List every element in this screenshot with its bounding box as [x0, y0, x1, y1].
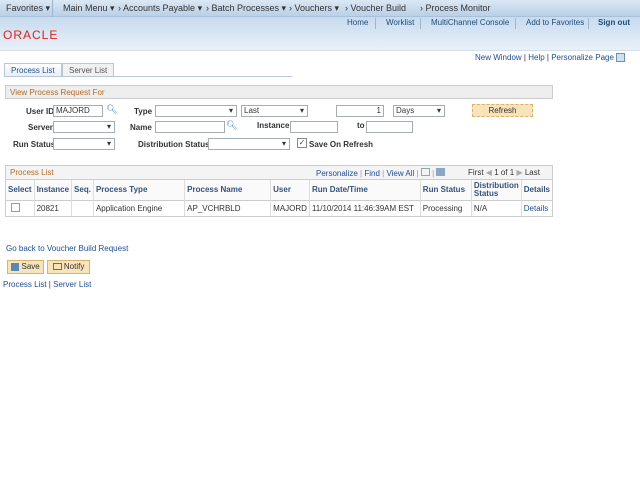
process-list-link[interactable]: Process List [3, 280, 47, 289]
row-select-checkbox[interactable] [11, 202, 20, 212]
breadcrumb-vouchers[interactable]: › Vouchers ▾ [289, 3, 339, 14]
col-user: User [270, 180, 310, 200]
main-menu[interactable]: Main Menu ▾ [63, 3, 115, 14]
filter-title: View Process Request For [6, 86, 552, 99]
col-run-datetime: Run Date/Time [309, 180, 421, 200]
save-on-refresh-checkbox[interactable]: ✓ [297, 138, 307, 148]
name-input[interactable] [155, 121, 225, 133]
unit-select[interactable]: Days [393, 105, 445, 117]
row-process-name: AP_VCHRBLD [184, 200, 272, 216]
col-process-type: Process Type [93, 180, 186, 200]
add-to-favorites-link[interactable]: Add to Favorites [526, 18, 584, 27]
col-process-name: Process Name [184, 180, 272, 200]
sign-out-link[interactable]: Sign out [598, 18, 630, 27]
page-links: New Window | Help | Personalize Page [475, 53, 626, 63]
instance-from-input[interactable] [290, 121, 338, 133]
user-id-input[interactable]: MAJORD [53, 105, 103, 117]
row-process-type: Application Engine [93, 200, 186, 216]
process-table: Select Instance Seq. Process Type Proces… [6, 180, 552, 216]
refresh-button[interactable]: Refresh [472, 104, 533, 117]
zoom-grid-icon[interactable] [420, 168, 430, 176]
breadcrumb-accounts-payable[interactable]: › Accounts Payable ▾ [118, 3, 202, 14]
row-user: MAJORD [270, 200, 310, 216]
count-input[interactable]: 1 [336, 105, 384, 117]
breadcrumb-voucher-build[interactable]: › Voucher Build [345, 3, 406, 13]
save-icon [11, 262, 20, 271]
last-select[interactable]: Last [241, 105, 308, 117]
breadcrumb-process-monitor[interactable]: › Process Monitor [420, 3, 491, 13]
type-select[interactable] [155, 105, 237, 117]
col-seq: Seq. [71, 180, 94, 200]
worklist-link[interactable]: Worklist [386, 18, 414, 27]
col-instance: Instance [34, 180, 73, 200]
header: Home Worklist MultiChannel Console Add t… [0, 17, 640, 51]
row-seq [71, 200, 94, 216]
new-window-link[interactable]: New Window [475, 53, 522, 62]
view-all-link[interactable]: View All [386, 169, 414, 178]
go-back-link[interactable]: Go back to Voucher Build Request [6, 244, 128, 253]
next-icon[interactable]: ▶ [516, 168, 522, 177]
tab-server-list[interactable]: Server List [62, 63, 115, 77]
filter-section: View Process Request For [5, 85, 553, 99]
type-label: Type [134, 107, 153, 116]
instance-label: Instance [257, 121, 290, 130]
save-on-refresh-label: Save On Refresh [309, 140, 374, 149]
run-status-label: Run Status [13, 140, 56, 149]
find-link[interactable]: Find [364, 169, 380, 178]
page-icon[interactable] [616, 53, 626, 63]
oracle-logo: ORACLE [3, 28, 59, 42]
name-lookup-icon[interactable]: 🔍︎ [226, 120, 237, 131]
row-run-datetime: 11/10/2014 11:46:39AM EST [309, 200, 421, 216]
row-details-link[interactable]: Details [524, 204, 548, 213]
row-distribution-status: N/A [471, 200, 522, 216]
to-label: to [357, 121, 365, 130]
col-run-status: Run Status [420, 180, 472, 200]
grid-title: Process List [10, 168, 54, 177]
table-row: 20821 Application Engine AP_VCHRBLD MAJO… [6, 200, 552, 216]
breadcrumb-batch-processes[interactable]: › Batch Processes ▾ [206, 3, 286, 14]
bottom-links: Process List | Server List [3, 280, 92, 289]
personalize-page-link[interactable]: Personalize Page [551, 53, 614, 62]
home-link[interactable]: Home [347, 18, 368, 27]
server-list-link[interactable]: Server List [53, 280, 91, 289]
multichannel-console-link[interactable]: MultiChannel Console [431, 18, 509, 27]
personalize-link[interactable]: Personalize [316, 169, 358, 178]
notify-icon [52, 263, 62, 271]
help-link[interactable]: Help [528, 53, 544, 62]
menu-bar: Favorites ▾ Main Menu ▾ › Accounts Payab… [0, 0, 640, 17]
row-instance: 20821 [34, 200, 73, 216]
user-id-lookup-icon[interactable]: 🔍︎ [106, 104, 117, 115]
name-label: Name [130, 123, 152, 132]
tab-process-list[interactable]: Process List [4, 63, 62, 77]
distribution-status-select[interactable] [208, 138, 290, 150]
page-count: 1 of 1 [494, 168, 515, 177]
notify-button[interactable]: Notify [47, 260, 90, 274]
col-distribution-status: Distribution Status [471, 180, 522, 200]
download-icon[interactable] [436, 168, 446, 176]
favorites-menu[interactable]: Favorites ▾ [6, 3, 50, 14]
col-select: Select [6, 180, 35, 200]
instance-to-input[interactable] [366, 121, 413, 133]
user-id-label: User ID [26, 107, 55, 116]
distribution-status-label: Distribution Status [138, 140, 210, 149]
save-button[interactable]: Save [7, 260, 44, 274]
first-label: First [468, 168, 484, 177]
server-select[interactable] [53, 121, 115, 133]
col-details: Details [521, 180, 552, 200]
process-list-grid: Process List Personalize | Find | View A… [5, 165, 553, 217]
prev-icon[interactable]: ◀ [486, 168, 492, 177]
server-label: Server [28, 123, 53, 132]
run-status-select[interactable] [53, 138, 115, 150]
row-run-status: Processing [420, 200, 472, 216]
last-label: Last [524, 168, 540, 177]
